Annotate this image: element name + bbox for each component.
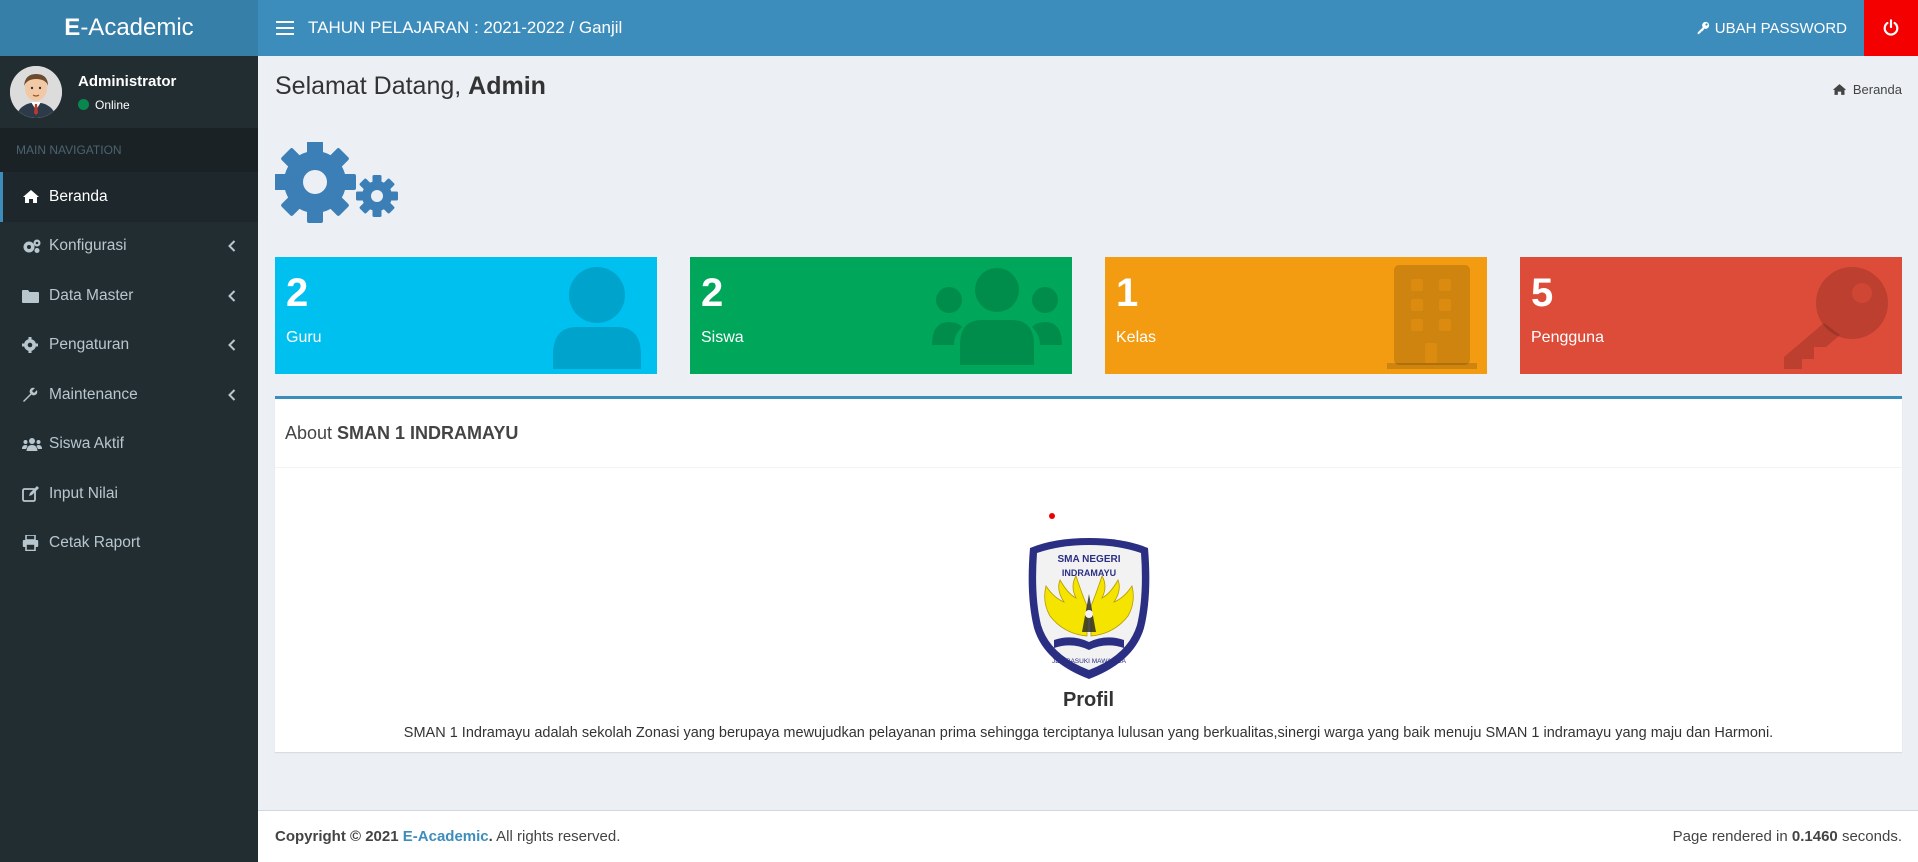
about-school-name: SMAN 1 INDRAMAYU	[337, 422, 519, 443]
cogs-icon	[22, 238, 44, 254]
print-icon	[22, 535, 44, 552]
welcome-name: Admin	[468, 72, 546, 100]
stat-label: Pengguna	[1531, 329, 1604, 346]
change-password-label: UBAH PASSWORD	[1714, 19, 1847, 37]
nav-header: MAIN NAVIGATION	[0, 128, 258, 172]
about-box: About SMAN 1 INDRAMAYU SMA NEGERI INDRAMA…	[275, 396, 1902, 752]
rights-text: All rights reserved.	[492, 828, 621, 845]
logo-suffix: -Academic	[80, 14, 194, 41]
key-icon	[1784, 267, 1888, 369]
emblem-text-mid: INDRAMAYU	[1061, 568, 1115, 578]
building-icon	[1387, 265, 1477, 369]
render-prefix: Page rendered in	[1672, 828, 1788, 845]
stat-label: Guru	[286, 329, 322, 346]
chevron-left-icon	[228, 290, 236, 302]
welcome-prefix: Selamat Datang,	[275, 72, 462, 100]
breadcrumb-item: Beranda	[1852, 82, 1902, 97]
page-title: Selamat Datang, Admin	[275, 72, 546, 101]
change-password-link[interactable]: UBAH PASSWORD	[1679, 0, 1864, 56]
sidebar-item-cetak-raport[interactable]: Cetak Raport	[0, 519, 258, 569]
profil-text: SMAN 1 Indramayu adalah sekolah Zonasi y…	[403, 725, 1774, 741]
sidebar: Administrator Online MAIN NAVIGATION Ber…	[0, 56, 258, 862]
folder-icon	[22, 289, 44, 303]
sidebar-item-label: Input Nilai	[49, 484, 118, 502]
sidebar-item-pengaturan[interactable]: Pengaturan	[0, 321, 258, 371]
sidebar-item-label: Maintenance	[49, 385, 138, 403]
chevron-left-icon	[228, 339, 236, 351]
sidebar-item-input-nilai[interactable]: Input Nilai	[0, 469, 258, 519]
stat-box-kelas[interactable]: 1 Kelas	[1105, 257, 1487, 374]
wrench-icon	[22, 387, 44, 403]
breadcrumb[interactable]: Beranda	[1832, 82, 1902, 97]
sidebar-item-label: Beranda	[49, 187, 108, 205]
key-icon	[1697, 21, 1709, 35]
users-icon	[932, 268, 1062, 365]
stat-value: 2	[701, 271, 724, 315]
stat-label: Siswa	[701, 329, 744, 346]
footer-copyright: Copyright © 2021 E-Academic. All rights …	[275, 828, 621, 845]
emblem-text-top: SMA NEGERI	[1057, 554, 1120, 565]
emblem-motto: JER BASUKI MAWA BEA	[1052, 658, 1127, 665]
stat-value: 5	[1531, 271, 1554, 315]
sidebar-item-label: Pengaturan	[49, 336, 130, 354]
stat-box-pengguna[interactable]: 5 Pengguna	[1520, 257, 1902, 374]
footer: Copyright © 2021 E-Academic. All rights …	[258, 810, 1918, 862]
edit-icon	[22, 485, 44, 502]
copyright-text: Copyright © 2021	[275, 828, 399, 845]
app-logo[interactable]: E -Academic	[0, 0, 258, 56]
user-status[interactable]: Online	[78, 98, 176, 112]
render-suffix: seconds.	[1841, 828, 1902, 845]
avatar	[10, 66, 62, 118]
main-content: Selamat Datang, Admin Beranda 2 Guru 2 S…	[258, 56, 1918, 812]
user-name: Administrator	[78, 72, 177, 90]
gears-icon	[274, 141, 399, 231]
logo-prefix: E	[64, 14, 81, 41]
home-icon	[22, 189, 44, 204]
stat-label: Kelas	[1116, 329, 1157, 346]
sidebar-item-konfigurasi[interactable]: Konfigurasi	[0, 222, 258, 272]
chevron-left-icon	[228, 389, 236, 401]
school-emblem: SMA NEGERI INDRAMAYU JER BASUKI MAWA BEA	[275, 536, 1902, 681]
home-icon	[1832, 84, 1847, 95]
red-marker-dot	[1049, 513, 1055, 519]
user-icon	[553, 267, 641, 369]
gear-icon	[22, 337, 44, 354]
stat-value: 2	[286, 271, 309, 315]
sidebar-item-maintenance[interactable]: Maintenance	[0, 370, 258, 420]
sidebar-item-label: Cetak Raport	[49, 534, 141, 552]
user-status-label: Online	[95, 97, 130, 112]
logout-button[interactable]	[1864, 0, 1918, 56]
sidebar-item-label: Konfigurasi	[49, 237, 127, 255]
sidebar-item-label: Data Master	[49, 286, 134, 304]
footer-brand-link[interactable]: E-Academic	[403, 828, 489, 845]
about-prefix: About	[285, 422, 333, 443]
stat-box-guru[interactable]: 2 Guru	[275, 257, 657, 374]
profil-title: Profil	[1062, 689, 1115, 711]
power-icon	[1883, 19, 1899, 36]
render-time: Page rendered in 0.1460 seconds.	[1673, 828, 1902, 845]
sidebar-item-beranda[interactable]: Beranda	[0, 172, 258, 222]
stat-box-siswa[interactable]: 2 Siswa	[690, 257, 1072, 374]
sidebar-item-label: Siswa Aktif	[49, 435, 124, 453]
render-time-value: 0.1460	[1791, 828, 1838, 845]
chevron-left-icon	[228, 240, 236, 252]
stat-value: 1	[1116, 271, 1139, 315]
top-navbar: TAHUN PELAJARAN : 2021-2022 / Ganjil UBA…	[258, 0, 1918, 56]
sidebar-item-data-master[interactable]: Data Master	[0, 271, 258, 321]
about-header: About SMAN 1 INDRAMAYU	[275, 399, 1902, 468]
academic-year-title: TAHUN PELAJARAN : 2021-2022 / Ganjil	[308, 18, 623, 37]
users-icon	[22, 437, 44, 452]
sidebar-item-siswa-aktif[interactable]: Siswa Aktif	[0, 420, 258, 470]
user-panel: Administrator Online	[0, 56, 258, 128]
online-status-icon	[78, 99, 89, 110]
sidebar-toggle-button[interactable]	[276, 21, 294, 35]
